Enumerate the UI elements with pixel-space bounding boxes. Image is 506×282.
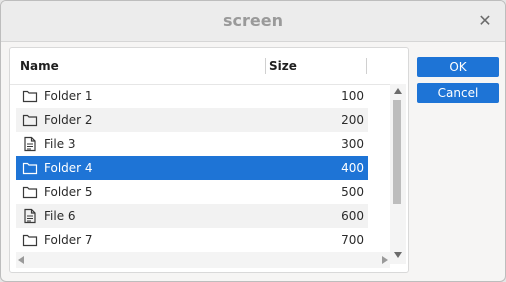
list-item[interactable]: Folder 5 500 [16, 180, 368, 204]
file-icon [22, 136, 38, 152]
folder-icon [22, 88, 38, 104]
dialog-window: screen ✕ Name Size Folder 1 100 Folder 2… [0, 0, 506, 282]
item-size: 300 [341, 137, 364, 151]
folder-icon [22, 232, 38, 248]
item-size: 200 [341, 113, 364, 127]
list-item[interactable]: File 6 600 [16, 204, 368, 228]
title-bar: screen ✕ [1, 1, 505, 42]
item-name: Folder 7 [44, 233, 93, 247]
list-item-selected[interactable]: Folder 4 400 [16, 156, 368, 180]
vertical-scroll-thumb[interactable] [393, 100, 401, 204]
list-header: Name Size [10, 48, 390, 85]
item-size: 600 [341, 209, 364, 223]
left-arrow-icon[interactable] [18, 256, 24, 264]
close-icon[interactable]: ✕ [475, 11, 495, 31]
horizontal-scrollbar[interactable] [16, 252, 390, 268]
folder-icon [22, 160, 38, 176]
item-name: Folder 5 [44, 185, 93, 199]
item-size: 400 [341, 161, 364, 175]
ok-button[interactable]: OK [417, 57, 499, 77]
column-separator[interactable] [366, 58, 367, 74]
item-name: Folder 2 [44, 113, 93, 127]
item-size: 500 [341, 185, 364, 199]
down-arrow-icon[interactable] [394, 252, 402, 258]
vertical-scrollbar[interactable] [390, 84, 406, 264]
item-size: 100 [341, 89, 364, 103]
window-title: screen [223, 11, 283, 30]
list-item[interactable]: Folder 2 200 [16, 108, 368, 132]
item-name: Folder 4 [44, 161, 93, 175]
item-name: File 3 [44, 137, 76, 151]
list-item[interactable]: Folder 1 100 [16, 84, 368, 108]
folder-icon [22, 184, 38, 200]
up-arrow-icon[interactable] [394, 88, 402, 94]
right-arrow-icon[interactable] [382, 256, 388, 264]
cancel-button[interactable]: Cancel [417, 83, 499, 103]
list-item[interactable]: Folder 7 700 [16, 228, 368, 252]
folder-icon [22, 112, 38, 128]
file-list: Name Size Folder 1 100 Folder 2 200 File… [9, 47, 409, 273]
item-name: Folder 1 [44, 89, 93, 103]
list-rows: Folder 1 100 Folder 2 200 File 3 300 Fol… [10, 84, 390, 264]
file-icon [22, 208, 38, 224]
item-size: 700 [341, 233, 364, 247]
item-name: File 6 [44, 209, 76, 223]
column-separator[interactable] [265, 58, 266, 74]
column-header-name[interactable]: Name [20, 48, 59, 84]
column-header-size[interactable]: Size [269, 48, 297, 84]
list-item[interactable]: File 3 300 [16, 132, 368, 156]
